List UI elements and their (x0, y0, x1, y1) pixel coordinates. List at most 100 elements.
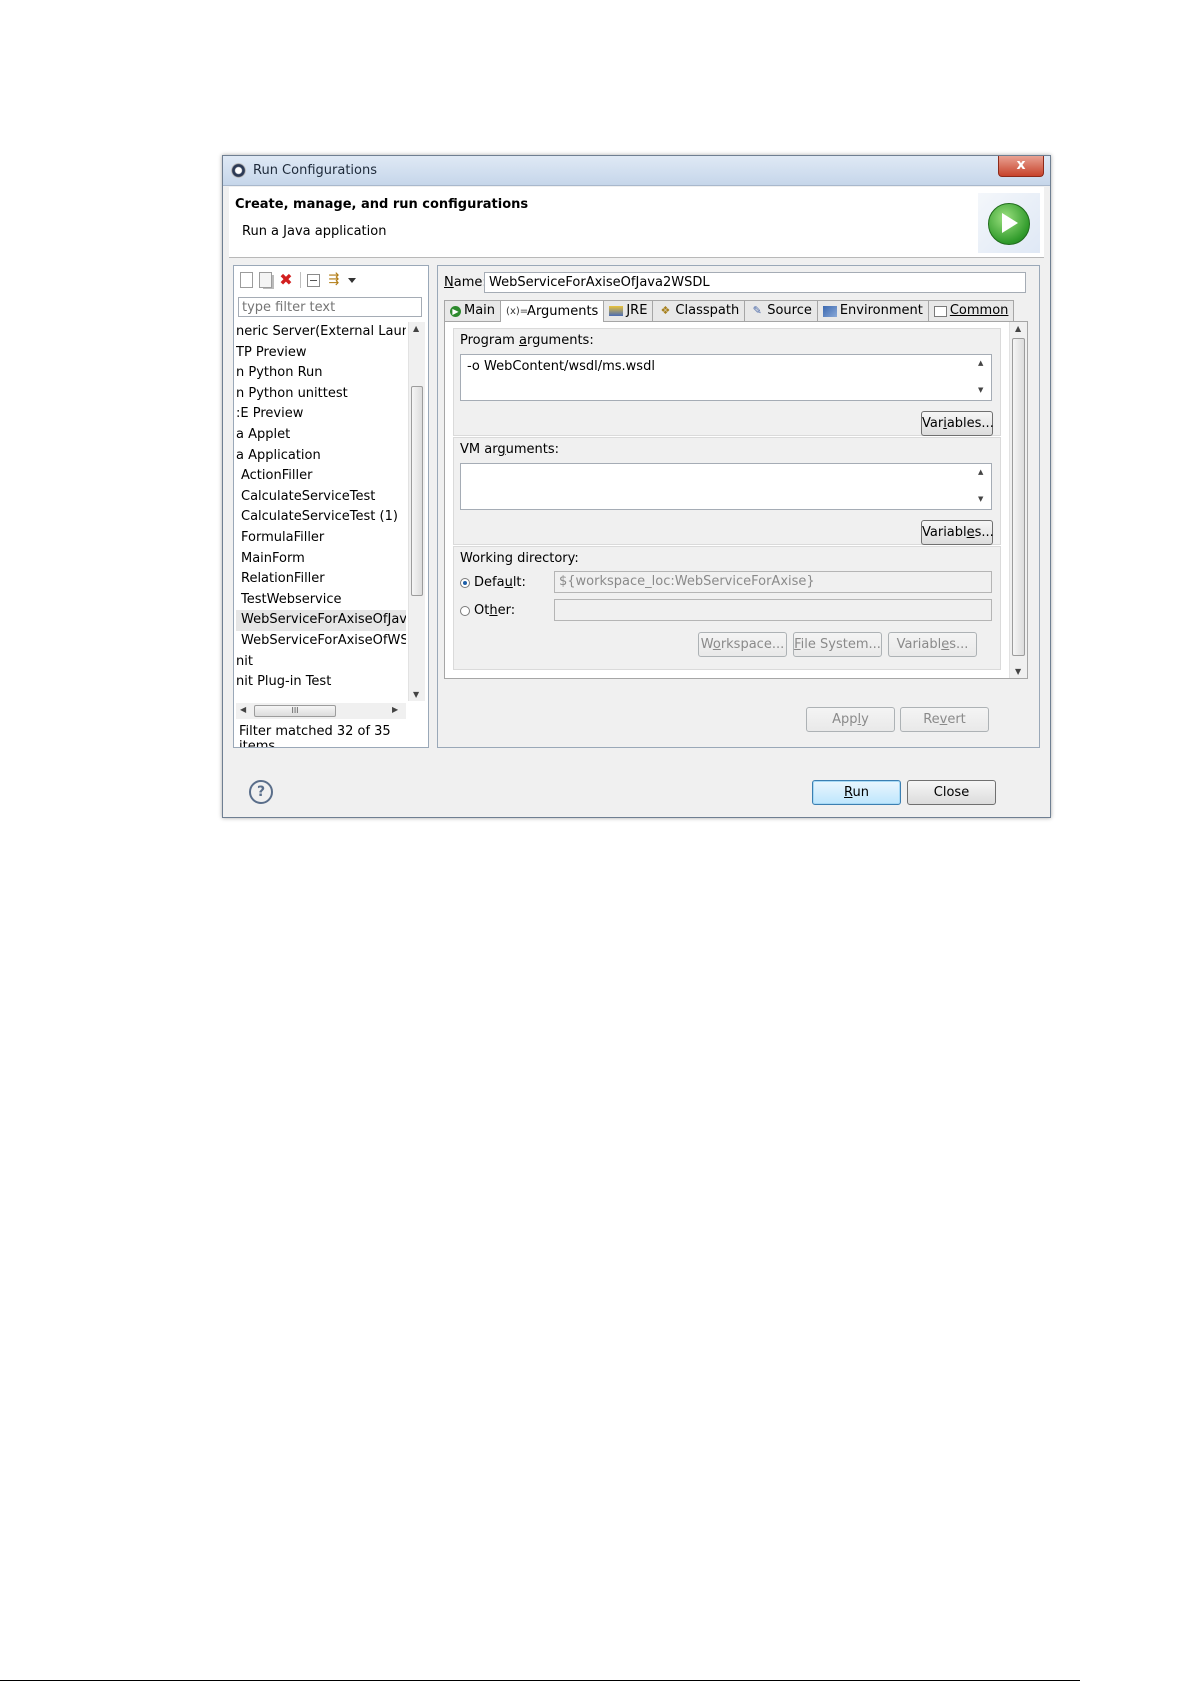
toolbar-separator (300, 272, 301, 288)
workspace-button[interactable]: Workspace... (698, 632, 787, 657)
tree-hscroll-thumb[interactable]: III (254, 705, 336, 717)
tree-item[interactable]: nit (236, 652, 406, 673)
tree-item[interactable]: FormulaFiller (236, 528, 406, 549)
run-banner-image (978, 193, 1040, 253)
scroll-down-icon[interactable]: ▼ (978, 386, 983, 394)
dialog-banner: Create, manage, and run configurations R… (229, 187, 1044, 258)
tab-environment[interactable]: Environment (816, 300, 929, 321)
classpath-tab-icon: ❖ (660, 304, 671, 317)
tree-item[interactable]: n Python Run (236, 363, 406, 384)
program-arguments-scroll[interactable]: ▲ ▼ (975, 355, 989, 398)
tab-main[interactable]: ▶ Main (444, 300, 502, 321)
banner-title: Create, manage, and run configurations (235, 197, 529, 212)
tree-item[interactable]: n Python unittest (236, 384, 406, 405)
vm-arguments-scroll[interactable]: ▲ ▼ (975, 464, 989, 507)
filter-status: Filter matched 32 of 35 items (239, 724, 391, 748)
name-field[interactable] (484, 272, 1026, 293)
scroll-down-icon[interactable]: ▼ (1015, 667, 1021, 676)
chevron-down-icon[interactable] (348, 277, 356, 283)
run-configurations-window: Run Configurations x Create, manage, and… (222, 155, 1051, 818)
jre-tab-icon (609, 306, 624, 316)
tab-classpath[interactable]: ❖ Classpath (652, 300, 746, 321)
default-directory-option[interactable]: Default: (460, 575, 526, 590)
file-system-button[interactable]: File System... (793, 632, 882, 657)
default-radio[interactable] (460, 577, 470, 588)
run-button[interactable]: Run (812, 780, 901, 805)
tab-label: Environment (839, 303, 923, 318)
tree-item[interactable]: ActionFiller (236, 466, 406, 487)
play-icon (1002, 213, 1018, 233)
scroll-up-icon[interactable]: ▲ (978, 468, 983, 476)
collapse-all-icon[interactable] (307, 273, 320, 287)
vm-arguments-variables-button[interactable]: Variables... (921, 520, 994, 545)
scroll-up-icon[interactable]: ▲ (413, 324, 419, 333)
common-tab-icon (933, 305, 947, 317)
tree-item[interactable]: a Application (236, 446, 406, 467)
tree-item[interactable]: CalculateServiceTest (1) (236, 507, 406, 528)
other-label: Other: (474, 603, 516, 618)
name-label: Name: (444, 275, 487, 290)
title-bar[interactable]: Run Configurations x (223, 156, 1050, 186)
vm-arguments-field[interactable] (460, 463, 992, 510)
tree-item[interactable]: CalculateServiceTest (236, 487, 406, 508)
filter-configurations-icon[interactable]: ⇶ (326, 272, 342, 288)
tab-jre[interactable]: JRE (603, 300, 654, 321)
scroll-down-icon[interactable]: ▼ (413, 690, 419, 699)
revert-button[interactable]: Revert (900, 707, 989, 732)
scroll-right-icon[interactable]: ▶ (392, 705, 398, 714)
tab-label: Common (949, 303, 1009, 318)
new-configuration-icon[interactable] (240, 272, 253, 288)
delete-configuration-icon[interactable]: ✖ (278, 272, 294, 288)
default-label: Default: (474, 575, 526, 590)
page-bottom-rule (0, 1680, 1080, 1681)
tree-item[interactable]: a Applet (236, 425, 406, 446)
tab-common[interactable]: Common (927, 300, 1015, 321)
window-close-button[interactable]: x (998, 156, 1044, 177)
other-directory-option[interactable]: Other: (460, 603, 515, 618)
tree-item[interactable]: nit Plug-in Test (236, 672, 406, 693)
tree-horizontal-scrollbar[interactable]: ◀ III ▶ (236, 703, 406, 719)
tree-item[interactable]: WebServiceForAxiseOfJava2 (236, 610, 406, 631)
tree-item[interactable]: RelationFiller (236, 569, 406, 590)
working-directory-variables-button[interactable]: Variables... (888, 632, 977, 657)
scroll-down-icon[interactable]: ▼ (978, 495, 983, 503)
duplicate-configuration-icon[interactable] (259, 272, 272, 288)
banner-subtitle: Run a Java application (242, 224, 387, 239)
list-toolbar: ✖ ⇶ (240, 270, 356, 290)
tree-item[interactable]: WebServiceForAxiseOfWSDL (236, 631, 406, 652)
tree-item[interactable]: neric Server(External Launch) (236, 322, 406, 343)
window-title: Run Configurations (253, 163, 377, 178)
tree-item[interactable]: :E Preview (236, 404, 406, 425)
tab-label: Arguments (527, 303, 599, 319)
vm-arguments-group: VM arguments: ▲ ▼ Variables... (453, 437, 1001, 545)
arguments-vertical-scrollbar[interactable]: ▲ ▼ (1009, 322, 1027, 678)
tree-item[interactable]: TP Preview (236, 343, 406, 364)
arguments-tab-content: Program arguments: -o WebContent/wsdl/ms… (444, 321, 1028, 679)
environment-tab-icon (822, 305, 837, 317)
close-button[interactable]: Close (907, 780, 996, 805)
apply-button[interactable]: Apply (806, 707, 895, 732)
tree-scroll-thumb[interactable] (411, 386, 423, 596)
tree-vertical-scrollbar[interactable]: ▲ ▼ (408, 322, 425, 701)
default-directory-field: ${workspace_loc:WebServiceForAxise} (554, 571, 992, 593)
configuration-tree[interactable]: neric Server(External Launch)TP Previewn… (236, 322, 406, 701)
help-icon[interactable]: ? (249, 780, 273, 804)
tab-source[interactable]: ✎ Source (744, 300, 818, 321)
scroll-up-icon[interactable]: ▲ (1015, 324, 1021, 333)
scroll-up-icon[interactable]: ▲ (978, 359, 983, 367)
arguments-tab-icon: (x)= (506, 305, 529, 317)
filter-input[interactable] (238, 297, 422, 317)
program-arguments-variables-button[interactable]: Variables... (921, 411, 994, 436)
working-directory-group: Working directory: Default: ${workspace_… (453, 546, 1001, 670)
tree-item[interactable]: TestWebservice (236, 590, 406, 611)
other-radio[interactable] (460, 605, 470, 616)
configuration-tabs: ▶ Main (x)= Arguments JRE ❖ Classpath ✎ … (444, 300, 1015, 322)
program-arguments-label: Program arguments: (460, 333, 594, 348)
tab-arguments[interactable]: (x)= Arguments (500, 300, 605, 322)
tree-item[interactable]: MainForm (236, 549, 406, 570)
configuration-editor-panel: Name: ▶ Main (x)= Arguments JRE ❖ Classp… (437, 265, 1040, 748)
program-arguments-field[interactable]: -o WebContent/wsdl/ms.wsdl (460, 354, 992, 401)
arguments-scroll-thumb[interactable] (1012, 338, 1025, 656)
scroll-left-icon[interactable]: ◀ (240, 705, 246, 714)
other-directory-field[interactable] (554, 599, 992, 621)
